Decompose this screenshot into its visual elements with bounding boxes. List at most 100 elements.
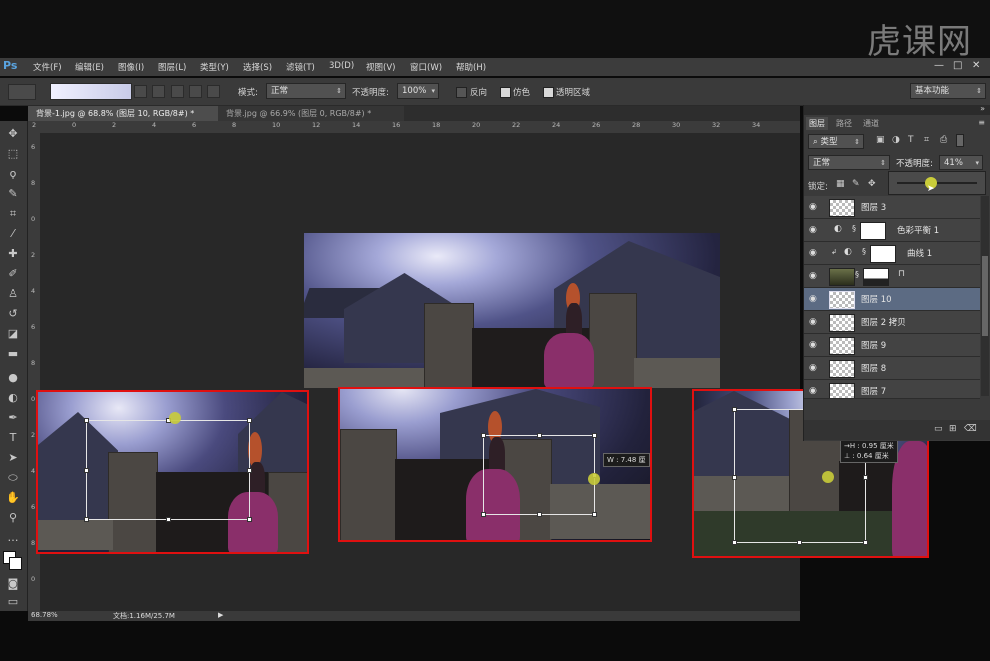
menu-window[interactable]: 窗口(W) xyxy=(410,61,442,73)
canvas-area[interactable]: W : 7.48 厘 →H : 0.95 厘米 ⊥ : 0.64 厘米 xyxy=(36,133,929,611)
visibility-eye-icon[interactable]: ◉ xyxy=(809,340,817,350)
marquee-tool-icon[interactable]: ⬚ xyxy=(5,147,21,161)
visibility-eye-icon[interactable]: ◉ xyxy=(809,202,817,212)
shape-tool-icon[interactable]: ⬭ xyxy=(5,471,21,485)
tool-preset-picker[interactable] xyxy=(8,84,36,100)
menu-filter[interactable]: 滤镜(T) xyxy=(286,61,315,73)
layer-row[interactable]: ◉ ↲ ◐ § 曲线 1 xyxy=(804,242,980,265)
eyedropper-icon[interactable]: ⁄ xyxy=(5,227,21,241)
zoom-tool-icon[interactable]: ⚲ xyxy=(5,511,21,525)
transform-handle[interactable] xyxy=(84,418,89,423)
menu-3d[interactable]: 3D(D) xyxy=(329,61,354,71)
visibility-eye-icon[interactable]: ◉ xyxy=(809,271,817,281)
crop-tool-icon[interactable]: ⌗ xyxy=(5,207,21,221)
collapse-icon[interactable]: » xyxy=(980,104,985,113)
filter-smart-icon[interactable]: ⎙ xyxy=(940,135,947,145)
lock-transparent-icon[interactable]: ▦ xyxy=(836,179,845,189)
brush-tool-icon[interactable]: ✐ xyxy=(5,267,21,281)
dodge-tool-icon[interactable]: ◐ xyxy=(5,391,21,405)
angle-gradient-button[interactable] xyxy=(171,85,184,98)
workspace-select[interactable]: 基本功能 ⇕ xyxy=(910,83,986,99)
transform-handle[interactable] xyxy=(84,468,89,473)
tab-paths[interactable]: 路径 xyxy=(833,117,855,130)
filter-pixel-icon[interactable]: ▣ xyxy=(876,135,885,145)
tab-channels[interactable]: 通道 xyxy=(860,117,882,130)
layer-row[interactable]: ◉ 图层 3 xyxy=(804,196,980,219)
linear-gradient-button[interactable] xyxy=(134,85,147,98)
mode-select[interactable]: 正常 ⇕ xyxy=(266,83,346,99)
gradient-picker[interactable] xyxy=(50,83,132,100)
transparency-checkbox[interactable] xyxy=(543,87,554,98)
background-color-swatch[interactable] xyxy=(9,557,22,570)
visibility-eye-icon[interactable]: ◉ xyxy=(809,317,817,327)
blur-tool-icon[interactable]: ● xyxy=(5,371,21,385)
transform-box[interactable] xyxy=(483,435,595,515)
transform-handle[interactable] xyxy=(537,433,542,438)
opacity-field[interactable]: 100% ▾ xyxy=(397,83,439,99)
quick-select-icon[interactable]: ✎ xyxy=(5,187,21,201)
lock-position-icon[interactable]: ✥ xyxy=(868,179,876,189)
visibility-eye-icon[interactable]: ◉ xyxy=(809,225,817,235)
blend-mode-select[interactable]: 正常 ⇕ xyxy=(808,155,890,170)
lock-pixels-icon[interactable]: ✎ xyxy=(852,179,860,189)
menu-image[interactable]: 图像(I) xyxy=(118,61,144,73)
transform-handle[interactable] xyxy=(797,540,802,545)
filter-adjustment-icon[interactable]: ◑ xyxy=(892,135,900,145)
healing-brush-icon[interactable]: ✚ xyxy=(5,247,21,261)
visibility-eye-icon[interactable]: ◉ xyxy=(809,248,817,258)
filter-toggle[interactable] xyxy=(956,134,964,147)
layer-filter-select[interactable]: ⌕ 类型 ⇕ xyxy=(808,134,864,149)
tab-background[interactable]: 背景.jpg @ 66.9% (图层 0, RGB/8#) * xyxy=(218,106,404,121)
new-group-icon[interactable]: ▭ xyxy=(934,424,943,434)
transform-handle[interactable] xyxy=(863,540,868,545)
layer-row[interactable]: ◉ 图层 9 xyxy=(804,334,980,357)
status-arrow-icon[interactable]: ▶ xyxy=(218,611,223,619)
quick-mask-icon[interactable]: ◙ xyxy=(5,577,21,591)
transform-handle[interactable] xyxy=(537,512,542,517)
document-image[interactable] xyxy=(304,233,720,388)
radial-gradient-button[interactable] xyxy=(152,85,165,98)
menu-help[interactable]: 帮助(H) xyxy=(456,61,486,73)
menu-select[interactable]: 选择(S) xyxy=(243,61,272,73)
transform-handle[interactable] xyxy=(247,468,252,473)
filter-type-icon[interactable]: T xyxy=(908,135,914,145)
transform-box[interactable] xyxy=(86,420,250,520)
menu-file[interactable]: 文件(F) xyxy=(33,61,62,73)
layer-row[interactable]: ◉ 图层 7 xyxy=(804,380,980,399)
transform-handle[interactable] xyxy=(592,512,597,517)
layer-opacity-field[interactable]: 41% ▾ xyxy=(939,155,983,170)
transform-handle[interactable] xyxy=(481,512,486,517)
layer-row[interactable]: ◉ 图层 8 xyxy=(804,357,980,380)
history-brush-icon[interactable]: ↺ xyxy=(5,307,21,321)
pen-tool-icon[interactable]: ✒ xyxy=(5,411,21,425)
menu-layer[interactable]: 图层(L) xyxy=(158,61,186,73)
transform-handle[interactable] xyxy=(732,407,737,412)
transform-handle[interactable] xyxy=(732,540,737,545)
panel-menu-icon[interactable]: ≡ xyxy=(978,118,985,127)
transform-handle[interactable] xyxy=(481,433,486,438)
transform-handle[interactable] xyxy=(247,517,252,522)
transform-handle[interactable] xyxy=(166,517,171,522)
transform-handle[interactable] xyxy=(84,517,89,522)
layer-row[interactable]: ◉ ◐ § 色彩平衡 1 xyxy=(804,219,980,242)
layer-row-selected[interactable]: ◉ 图层 10 xyxy=(804,288,980,311)
slider-track[interactable] xyxy=(897,182,977,184)
hand-tool-icon[interactable]: ✋ xyxy=(5,491,21,505)
type-tool-icon[interactable]: T xyxy=(5,431,21,445)
stamp-tool-icon[interactable]: ♙ xyxy=(5,287,21,301)
tab-layers[interactable]: 图层 xyxy=(806,117,828,130)
minimize-button[interactable]: — xyxy=(934,60,944,71)
transform-handle[interactable] xyxy=(592,433,597,438)
trash-icon[interactable]: ⌫ xyxy=(964,424,977,434)
layer-row[interactable]: ◉ 图层 2 拷贝 xyxy=(804,311,980,334)
lasso-tool-icon[interactable]: ϙ xyxy=(5,167,21,181)
more-tools-icon[interactable]: … xyxy=(5,531,21,545)
move-tool-icon[interactable]: ✥ xyxy=(5,127,21,141)
visibility-eye-icon[interactable]: ◉ xyxy=(809,363,817,373)
dither-checkbox[interactable] xyxy=(500,87,511,98)
transform-handle[interactable] xyxy=(863,475,868,480)
transform-handle[interactable] xyxy=(247,418,252,423)
menu-type[interactable]: 类型(Y) xyxy=(200,61,229,73)
close-button[interactable]: ✕ xyxy=(972,60,980,71)
reflected-gradient-button[interactable] xyxy=(189,85,202,98)
